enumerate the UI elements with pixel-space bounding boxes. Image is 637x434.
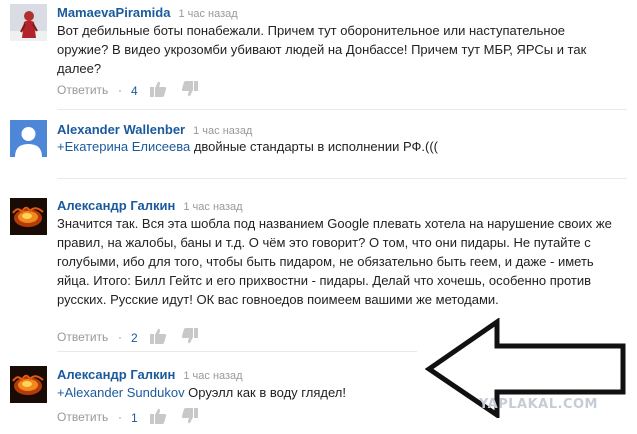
- thumbs-up-icon[interactable]: [149, 327, 167, 345]
- like-count: 4: [131, 84, 138, 98]
- author-name[interactable]: Александр Галкин: [57, 198, 175, 213]
- comment-text-content: Оруэлл как в воду глядел!: [184, 385, 346, 400]
- comment-text-content: двойные стандарты в исполнении РФ.(((: [190, 139, 438, 154]
- separator-dot: ·: [118, 410, 122, 424]
- reply-button[interactable]: Ответить: [57, 410, 108, 424]
- like-count: 1: [131, 411, 138, 425]
- fire-skull-avatar: [10, 366, 47, 403]
- separator-dot: ·: [118, 83, 122, 97]
- comment-time[interactable]: 1 час назад: [183, 201, 242, 213]
- mention-link[interactable]: +Екатерина Елисеева: [57, 139, 190, 154]
- reply-button[interactable]: Ответить: [57, 83, 108, 97]
- thumbs-up-icon[interactable]: [149, 407, 167, 425]
- avatar-photo: [10, 4, 47, 41]
- separator-dot: ·: [118, 330, 122, 344]
- comment-time[interactable]: 1 час назад: [183, 370, 242, 382]
- watermark: YAPLAKAL.COM: [479, 397, 598, 412]
- thumbs-up-icon[interactable]: [149, 80, 167, 98]
- comment-time[interactable]: 1 час назад: [193, 125, 252, 137]
- fire-skull-avatar: [10, 198, 47, 235]
- thumbs-down-icon[interactable]: [181, 80, 199, 98]
- comment-text: Значится так. Вся эта шобла под название…: [57, 216, 612, 307]
- avatar[interactable]: [10, 366, 47, 403]
- default-user-icon: [10, 120, 47, 157]
- comment-text: Вот дебильные боты понабежали. Причем ту…: [57, 23, 587, 76]
- mention-link[interactable]: +Alexander Sundukov: [57, 385, 185, 400]
- author-name[interactable]: MamaevaPiramida: [57, 5, 170, 20]
- comment-time[interactable]: 1 час назад: [178, 8, 237, 20]
- reply-button[interactable]: Ответить: [57, 330, 108, 344]
- author-name[interactable]: Александр Галкин: [57, 367, 175, 382]
- like-count: 2: [131, 331, 138, 345]
- avatar[interactable]: [10, 198, 47, 235]
- thumbs-down-icon[interactable]: [181, 407, 199, 425]
- avatar[interactable]: [10, 4, 47, 41]
- comment-text: +Екатерина Елисеева двойные стандарты в …: [57, 137, 617, 156]
- thumbs-down-icon[interactable]: [181, 327, 199, 345]
- comment: MamaevaPiramida 1 час назад Вот дебильные…: [0, 0, 637, 100]
- comment: Alexander Wallenber 1 час назад +Екатерин…: [0, 110, 637, 175]
- author-name[interactable]: Alexander Wallenber: [57, 122, 185, 137]
- avatar[interactable]: [10, 120, 47, 157]
